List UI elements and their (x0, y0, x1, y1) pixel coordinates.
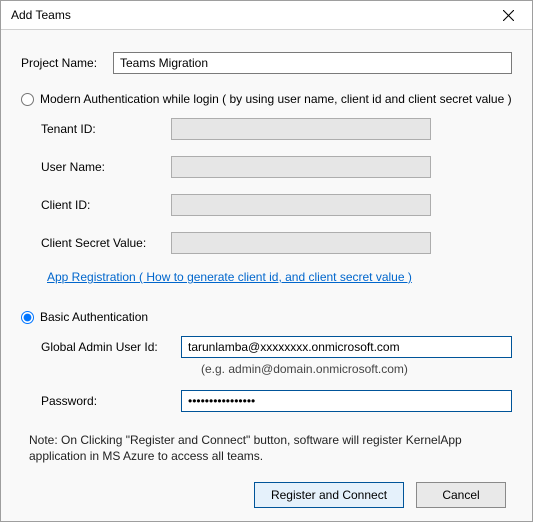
modern-auth-radio-label[interactable]: Modern Authentication while login ( by u… (40, 92, 512, 106)
titlebar: Add Teams (1, 1, 532, 30)
basic-auth-radio-label[interactable]: Basic Authentication (40, 310, 148, 324)
global-admin-hint: (e.g. admin@domain.onmicrosoft.com) (201, 362, 512, 376)
project-name-input[interactable] (113, 52, 512, 74)
modern-auth-radio-row: Modern Authentication while login ( by u… (21, 92, 512, 106)
project-name-row: Project Name: (21, 52, 512, 74)
global-admin-input[interactable] (181, 336, 512, 358)
password-input[interactable] (181, 390, 512, 412)
tenant-id-input (171, 118, 431, 140)
client-id-input (171, 194, 431, 216)
close-icon (503, 10, 514, 21)
window-title: Add Teams (11, 8, 488, 22)
global-admin-label: Global Admin User Id: (41, 340, 181, 354)
cancel-button[interactable]: Cancel (416, 482, 506, 508)
client-secret-label: Client Secret Value: (41, 236, 171, 250)
basic-auth-radio-row: Basic Authentication (21, 310, 512, 324)
user-name-label: User Name: (41, 160, 171, 174)
user-name-input (171, 156, 431, 178)
client-secret-input (171, 232, 431, 254)
basic-auth-section: Global Admin User Id: (e.g. admin@domain… (21, 336, 512, 424)
app-registration-link[interactable]: App Registration ( How to generate clien… (47, 270, 412, 284)
dialog-body: Project Name: Modern Authentication whil… (1, 30, 532, 524)
dialog-buttons: Register and Connect Cancel (21, 482, 512, 512)
project-name-label: Project Name: (21, 56, 113, 70)
modern-auth-section: Tenant ID: User Name: Client ID: Client … (21, 118, 512, 296)
close-button[interactable] (488, 1, 528, 29)
password-label: Password: (41, 394, 181, 408)
client-id-label: Client ID: (41, 198, 171, 212)
tenant-id-label: Tenant ID: (41, 122, 171, 136)
basic-auth-radio[interactable] (21, 311, 34, 324)
footer-note: Note: On Clicking "Register and Connect"… (29, 432, 504, 464)
modern-auth-radio[interactable] (21, 93, 34, 106)
register-connect-button[interactable]: Register and Connect (254, 482, 404, 508)
add-teams-dialog: Add Teams Project Name: Modern Authentic… (0, 0, 533, 522)
